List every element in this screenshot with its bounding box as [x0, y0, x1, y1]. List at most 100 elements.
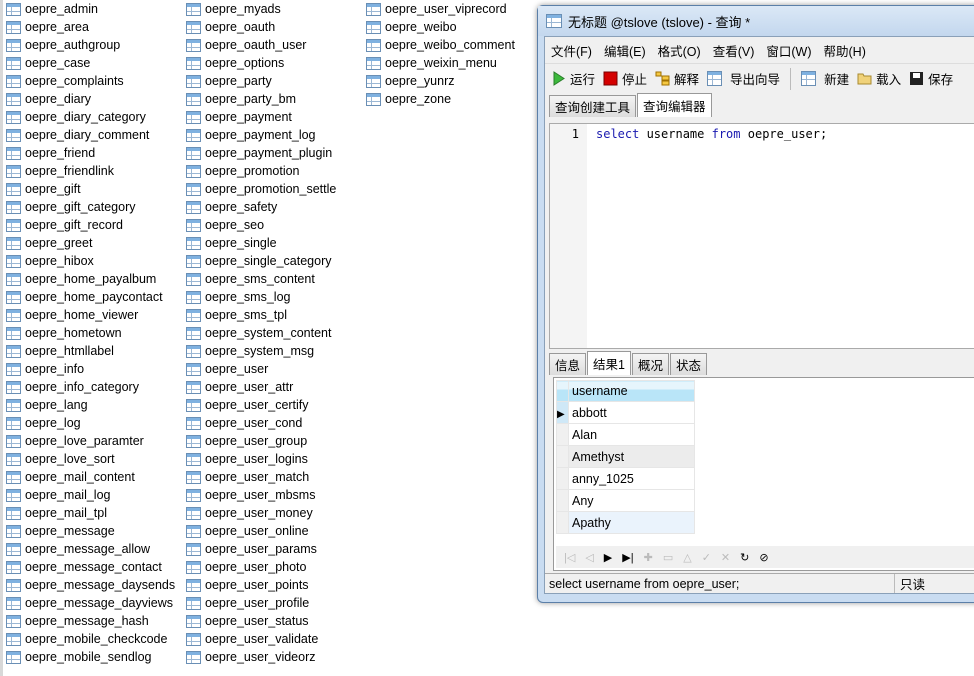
table-item[interactable]: oepre_user_videorz	[186, 648, 336, 666]
table-item[interactable]: oepre_user_attr	[186, 378, 336, 396]
table-item[interactable]: oepre_system_content	[186, 324, 336, 342]
menu-file[interactable]: 文件(F)	[551, 41, 592, 60]
table-row[interactable]: Alan	[556, 423, 695, 446]
table-item[interactable]: oepre_user_money	[186, 504, 336, 522]
table-item[interactable]: oepre_payment	[186, 108, 336, 126]
table-item[interactable]: oepre_weibo	[366, 18, 515, 36]
table-item[interactable]: oepre_message	[6, 522, 175, 540]
table-item[interactable]: oepre_sms_tpl	[186, 306, 336, 324]
up-icon[interactable]: △	[683, 551, 691, 564]
table-item[interactable]: oepre_mail_tpl	[6, 504, 175, 522]
table-item[interactable]: oepre_message_allow	[6, 540, 175, 558]
table-item[interactable]: oepre_zone	[366, 90, 515, 108]
table-item[interactable]: oepre_diary_comment	[6, 126, 175, 144]
table-item[interactable]: oepre_sms_log	[186, 288, 336, 306]
menu-edit[interactable]: 编辑(E)	[604, 41, 646, 60]
last-icon[interactable]: ▶|	[622, 551, 633, 564]
table-item[interactable]: oepre_home_paycontact	[6, 288, 175, 306]
stop-button[interactable]: 停止	[603, 69, 647, 88]
table-item[interactable]: oepre_payment_log	[186, 126, 336, 144]
table-item[interactable]: oepre_mail_log	[6, 486, 175, 504]
table-item[interactable]: oepre_safety	[186, 198, 336, 216]
table-item[interactable]: oepre_message_daysends	[6, 576, 175, 594]
table-item[interactable]: oepre_payment_plugin	[186, 144, 336, 162]
menu-help[interactable]: 帮助(H)	[824, 41, 866, 60]
table-item[interactable]: oepre_sms_content	[186, 270, 336, 288]
table-item[interactable]: oepre_single_category	[186, 252, 336, 270]
table-item[interactable]: oepre_case	[6, 54, 175, 72]
tab-query-editor[interactable]: 查询编辑器	[637, 93, 712, 117]
table-item[interactable]: oepre_home_payalbum	[6, 270, 175, 288]
table-item[interactable]: oepre_message_contact	[6, 558, 175, 576]
table-item[interactable]: oepre_info_category	[6, 378, 175, 396]
cancel-icon[interactable]: ✕	[721, 551, 730, 564]
cell-username[interactable]: abbott	[568, 401, 695, 424]
table-item[interactable]: oepre_user_logins	[186, 450, 336, 468]
table-item[interactable]: oepre_complaints	[6, 72, 175, 90]
table-item[interactable]: oepre_myads	[186, 0, 336, 18]
table-item[interactable]: oepre_info	[6, 360, 175, 378]
tab-info[interactable]: 信息	[549, 353, 587, 375]
table-item[interactable]: oepre_user_group	[186, 432, 336, 450]
table-item[interactable]: oepre_love_paramter	[6, 432, 175, 450]
table-item[interactable]: oepre_user_status	[186, 612, 336, 630]
load-button[interactable]: 载入	[857, 69, 901, 88]
table-row[interactable]: ▶ abbott	[556, 401, 695, 424]
table-item[interactable]: oepre_mobile_sendlog	[6, 648, 175, 666]
table-row[interactable]: Any	[556, 489, 695, 512]
table-item[interactable]: oepre_log	[6, 414, 175, 432]
left-pane-splitter[interactable]	[0, 0, 3, 676]
delete-icon[interactable]: ▭	[663, 551, 673, 564]
table-item[interactable]: oepre_user_mbsms	[186, 486, 336, 504]
table-item[interactable]: oepre_user_points	[186, 576, 336, 594]
cell-username[interactable]: Amethyst	[568, 445, 695, 468]
prev-icon[interactable]: ◁	[585, 551, 593, 564]
table-item[interactable]: oepre_home_viewer	[6, 306, 175, 324]
table-item[interactable]: oepre_mail_content	[6, 468, 175, 486]
table-item[interactable]: oepre_options	[186, 54, 336, 72]
tab-profile[interactable]: 概况	[631, 353, 669, 375]
table-item[interactable]: oepre_htmllabel	[6, 342, 175, 360]
table-item[interactable]: oepre_user_online	[186, 522, 336, 540]
table-item[interactable]: oepre_gift_category	[6, 198, 175, 216]
table-item[interactable]: oepre_message_hash	[6, 612, 175, 630]
stop-icon[interactable]: ⊘	[759, 551, 768, 564]
table-item[interactable]: oepre_user_cond	[186, 414, 336, 432]
save-button[interactable]: 保存	[909, 69, 953, 88]
table-item[interactable]: oepre_greet	[6, 234, 175, 252]
next-icon[interactable]: ▶	[604, 551, 612, 564]
table-item[interactable]: oepre_lang	[6, 396, 175, 414]
table-item[interactable]: oepre_gift	[6, 180, 175, 198]
result-grid[interactable]: username ▶ abbott Alan Amethyst anny_1025 Any…	[553, 377, 974, 571]
table-item[interactable]: oepre_hibox	[6, 252, 175, 270]
table-item[interactable]: oepre_user_viprecord	[366, 0, 515, 18]
table-item[interactable]: oepre_weixin_menu	[366, 54, 515, 72]
apply-icon[interactable]: ✓	[702, 551, 711, 564]
table-item[interactable]: oepre_love_sort	[6, 450, 175, 468]
tab-query-builder[interactable]: 查询创建工具	[549, 95, 637, 117]
title-bar[interactable]: 无标题 @tslove (tslove) - 查询 *	[538, 6, 974, 36]
tab-status[interactable]: 状态	[669, 353, 707, 375]
cell-username[interactable]: Apathy	[568, 511, 695, 534]
table-item[interactable]: oepre_user_match	[186, 468, 336, 486]
table-item[interactable]: oepre_area	[6, 18, 175, 36]
table-item[interactable]: oepre_gift_record	[6, 216, 175, 234]
first-icon[interactable]: |◁	[564, 551, 575, 564]
table-item[interactable]: oepre_hometown	[6, 324, 175, 342]
table-item[interactable]: oepre_user_params	[186, 540, 336, 558]
table-item[interactable]: oepre_user_validate	[186, 630, 336, 648]
table-item[interactable]: oepre_promotion	[186, 162, 336, 180]
table-item[interactable]: oepre_diary_category	[6, 108, 175, 126]
table-item[interactable]: oepre_user_profile	[186, 594, 336, 612]
table-item[interactable]: oepre_friendlink	[6, 162, 175, 180]
table-item[interactable]: oepre_user_photo	[186, 558, 336, 576]
new-button[interactable]: 新建	[801, 69, 849, 88]
table-item[interactable]: oepre_oauth	[186, 18, 336, 36]
export-wizard-button[interactable]: 导出向导	[707, 69, 780, 88]
table-row[interactable]: anny_1025	[556, 467, 695, 490]
menu-window[interactable]: 窗口(W)	[766, 41, 811, 60]
table-item[interactable]: oepre_user	[186, 360, 336, 378]
sql-editor[interactable]: 1 select username from oepre_user;	[549, 123, 974, 349]
table-item[interactable]: oepre_seo	[186, 216, 336, 234]
tab-result1[interactable]: 结果1	[587, 351, 631, 375]
